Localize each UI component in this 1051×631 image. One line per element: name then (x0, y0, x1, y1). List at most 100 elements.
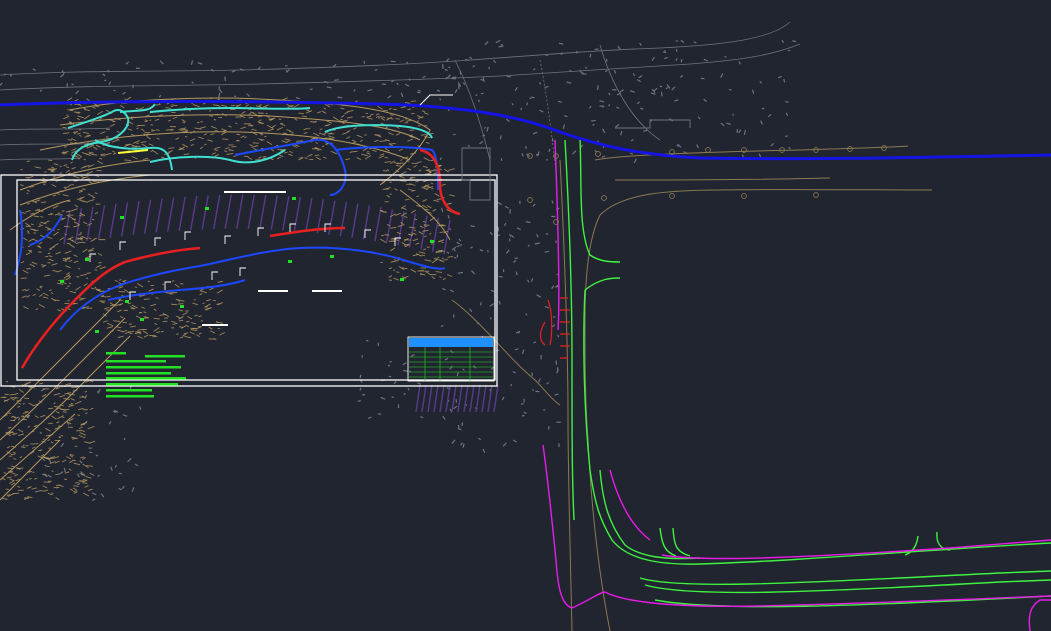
vegetation-mark (416, 91, 421, 94)
slope-hatch-mark (372, 149, 377, 152)
vegetation-mark (436, 89, 441, 92)
vegetation-mark (367, 416, 372, 420)
slope-hatch-mark (86, 277, 89, 279)
slope-hatch-mark (11, 465, 15, 468)
slope-hatch-mark (379, 153, 385, 156)
slope-hatch-mark (39, 489, 45, 492)
slope-hatch-mark (32, 293, 36, 297)
vegetation-mark (591, 119, 596, 122)
purple-hatch-bar (166, 197, 175, 232)
vegetation-mark (403, 392, 406, 396)
vegetation-mark (63, 467, 66, 473)
vegetation-mark (367, 88, 373, 92)
vegetation-mark (509, 233, 512, 237)
vegetation-mark (479, 249, 484, 252)
slope-hatch-mark (66, 114, 69, 116)
vegetation-mark (497, 234, 501, 237)
slope-hatch-mark (6, 446, 11, 449)
road-edge-magenta (542, 139, 1051, 631)
slope-hatch-mark (89, 407, 94, 410)
vegetation-mark (79, 460, 83, 464)
vegetation-mark (190, 60, 194, 65)
vegetation-mark (470, 270, 476, 275)
survey-point (595, 151, 601, 157)
survey-point (741, 193, 747, 199)
slope-hatch-mark (74, 400, 82, 405)
slope-hatch-mark (432, 208, 437, 212)
vegetation-mark (449, 289, 455, 293)
vegetation-mark (760, 120, 764, 125)
note-text-line (145, 355, 185, 358)
note-text-line (106, 395, 154, 398)
vegetation-mark (357, 400, 361, 402)
slope-hatch-mark (255, 105, 262, 108)
slope-hatch-mark (87, 199, 95, 202)
note-text-line (106, 383, 178, 386)
slope-hatch-mark (361, 153, 368, 157)
purple-hatch-bar (362, 205, 371, 240)
leader-line (419, 94, 453, 106)
slope-hatch-mark (321, 110, 327, 114)
slope-hatch-mark (429, 233, 432, 235)
vegetation-mark (309, 88, 313, 91)
slope-hatch-mark (154, 118, 160, 121)
slope-hatch-mark (59, 394, 65, 398)
slope-hatch-mark (421, 254, 426, 257)
vegetation-mark (498, 300, 502, 305)
slope-hatch-mark (153, 327, 160, 332)
cad-drawing-canvas[interactable] (0, 0, 1051, 631)
vegetation-mark (599, 100, 605, 103)
vegetation-mark (458, 84, 460, 90)
slope-hatch-mark (95, 144, 101, 148)
vegetation-mark (497, 201, 503, 206)
purple-hatch-bar (475, 384, 481, 413)
slope-hatch-mark (66, 272, 71, 276)
slope-hatch-mark (443, 258, 448, 261)
slope-hatch-mark (50, 441, 54, 444)
vegetation-mark (743, 129, 746, 135)
slope-hatch-mark (119, 279, 122, 281)
slope-hatch-mark (384, 147, 390, 152)
slope-hatch-mark (250, 131, 258, 136)
slope-hatch-mark (67, 300, 70, 302)
vegetation-mark (469, 56, 473, 60)
vegetation-mark (483, 126, 487, 129)
slope-hatch-mark (151, 129, 156, 132)
slope-hatch-mark (52, 243, 59, 248)
purple-hatch-bar (421, 384, 427, 413)
slope-hatch-mark (175, 137, 180, 140)
slope-hatch-mark (303, 127, 308, 131)
vegetation-mark (402, 362, 407, 366)
slope-hatch-mark (25, 479, 29, 481)
purple-hatch-bar (481, 384, 487, 413)
slope-hatch-mark (142, 157, 149, 160)
slope-hatch-mark (13, 458, 17, 460)
slope-hatch-mark (380, 117, 386, 121)
vegetation-mark (544, 305, 550, 309)
slope-hatch-mark (433, 199, 440, 202)
slope-hatch-mark (155, 152, 159, 155)
slope-hatch-mark (40, 215, 44, 218)
vegetation-mark (445, 76, 448, 80)
slope-hatch-mark (304, 157, 308, 160)
slope-hatch-mark (77, 233, 82, 236)
slope-hatch-mark (321, 145, 325, 148)
slope-hatch-mark (210, 125, 217, 129)
cad-model-viewport[interactable] (0, 0, 1051, 631)
vegetation-mark (592, 123, 595, 127)
purple-hatch-bar (415, 384, 421, 413)
vegetation-mark (548, 148, 551, 153)
vegetation-mark (630, 139, 634, 142)
slope-hatch-mark (52, 175, 56, 178)
vegetation-mark (546, 381, 550, 385)
vegetation-mark (503, 222, 507, 227)
vegetation-mark (538, 378, 541, 383)
slope-hatch-mark (240, 135, 245, 138)
vegetation-mark (489, 231, 493, 236)
vegetation-mark (675, 58, 678, 61)
vegetation-mark (697, 116, 701, 120)
slope-hatch-mark (332, 116, 339, 121)
slope-hatch-mark (388, 132, 394, 136)
slope-hatch-mark (55, 497, 60, 501)
slope-hatch-mark (77, 115, 84, 119)
